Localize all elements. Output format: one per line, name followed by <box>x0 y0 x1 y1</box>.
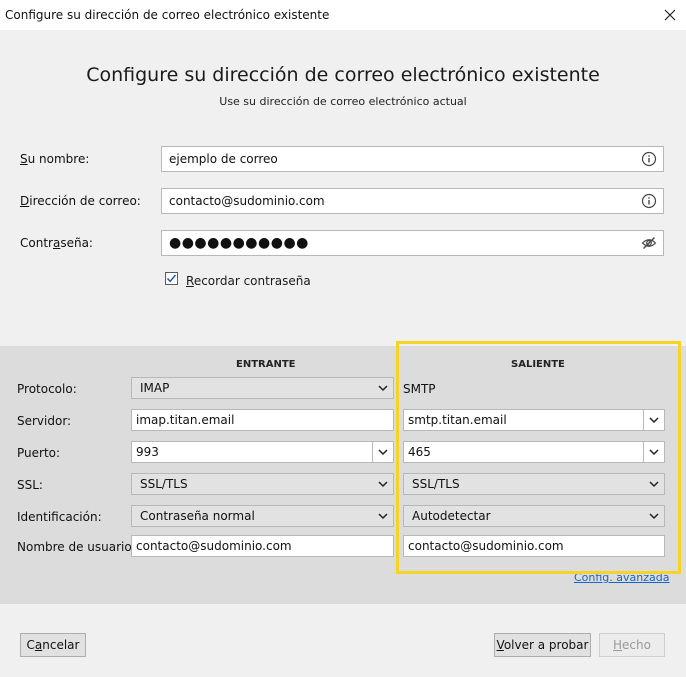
retest-button[interactable]: Volver a probar <box>494 633 591 657</box>
outgoing-port-combo[interactable]: 465 <box>403 441 665 463</box>
incoming-header: ENTRANTE <box>236 359 296 370</box>
outgoing-protocol-value: SMTP <box>403 382 436 396</box>
chevron-down-icon <box>378 481 388 488</box>
page-subtitle: Use su dirección de correo electrónico a… <box>219 95 467 108</box>
port-label: Puerto: <box>17 446 61 460</box>
auth-label: Identificación: <box>17 510 102 524</box>
window-title: Configure su dirección de correo electró… <box>5 8 330 22</box>
info-icon <box>641 151 657 167</box>
incoming-auth-value: Contraseña normal <box>140 509 255 523</box>
outgoing-username-input[interactable]: contacto@sudominio.com <box>403 535 665 557</box>
info-icon <box>641 193 657 209</box>
chevron-down-icon <box>378 513 388 520</box>
name-label: Su nombre: <box>20 152 90 166</box>
chevron-down-icon <box>378 449 388 456</box>
title-bar: Configure su dirección de correo electró… <box>0 0 686 30</box>
server-label: Servidor: <box>17 414 72 428</box>
outgoing-auth-value: Autodetectar <box>412 509 491 523</box>
chevron-down-icon <box>378 385 388 392</box>
outgoing-port-value: 465 <box>408 445 431 459</box>
email-value: contacto@sudominio.com <box>169 194 325 208</box>
incoming-auth-select[interactable]: Contraseña normal <box>131 505 394 527</box>
password-field[interactable]: ●●●●●●●●●●● <box>161 230 664 256</box>
advanced-config-link[interactable]: Config. avanzada <box>574 571 670 584</box>
name-value: ejemplo de correo <box>169 152 278 166</box>
username-label: Nombre de usuario: <box>17 540 136 554</box>
eye-slash-icon[interactable] <box>641 235 657 251</box>
incoming-server-input[interactable]: imap.titan.email <box>131 409 394 431</box>
remember-password-checkbox[interactable] <box>165 272 178 285</box>
remember-password-label[interactable]: Recordar contraseña <box>186 274 311 288</box>
outgoing-port-dropdown[interactable] <box>643 442 664 462</box>
incoming-ssl-value: SSL/TLS <box>140 477 188 491</box>
chevron-down-icon <box>649 417 659 424</box>
incoming-protocol-select[interactable]: IMAP <box>131 377 394 399</box>
email-label: Dirección de correo: <box>20 194 141 208</box>
chevron-down-icon <box>649 513 659 520</box>
ssl-label: SSL: <box>17 478 43 492</box>
page-title: Configure su dirección de correo electró… <box>86 64 600 86</box>
incoming-port-value: 993 <box>136 445 159 459</box>
incoming-username-input[interactable]: contacto@sudominio.com <box>131 535 394 557</box>
incoming-port-dropdown[interactable] <box>372 442 393 462</box>
close-icon[interactable] <box>659 4 681 26</box>
incoming-ssl-select[interactable]: SSL/TLS <box>131 473 394 495</box>
checkmark-icon <box>166 274 177 283</box>
cancel-button[interactable]: Cancelar <box>20 633 86 657</box>
email-field[interactable]: contacto@sudominio.com <box>161 188 664 214</box>
outgoing-server-value: smtp.titan.email <box>408 413 507 427</box>
incoming-port-combo[interactable]: 993 <box>131 441 394 463</box>
chevron-down-icon <box>649 481 659 488</box>
incoming-protocol-value: IMAP <box>140 381 170 395</box>
outgoing-server-combo[interactable]: smtp.titan.email <box>403 409 665 431</box>
incoming-username-value: contacto@sudominio.com <box>136 539 292 553</box>
outgoing-ssl-value: SSL/TLS <box>412 477 460 491</box>
password-label: Contraseña: <box>20 236 93 250</box>
outgoing-header: SALIENTE <box>511 359 565 370</box>
outgoing-username-value: contacto@sudominio.com <box>408 539 564 553</box>
protocol-label: Protocolo: <box>17 382 77 396</box>
incoming-server-value: imap.titan.email <box>136 413 235 427</box>
outgoing-server-dropdown[interactable] <box>643 410 664 430</box>
chevron-down-icon <box>649 449 659 456</box>
password-value: ●●●●●●●●●●● <box>169 235 309 251</box>
outgoing-auth-select[interactable]: Autodetectar <box>403 505 665 527</box>
done-button[interactable]: Hecho <box>599 633 665 657</box>
outgoing-ssl-select[interactable]: SSL/TLS <box>403 473 665 495</box>
name-field[interactable]: ejemplo de correo <box>161 146 664 172</box>
